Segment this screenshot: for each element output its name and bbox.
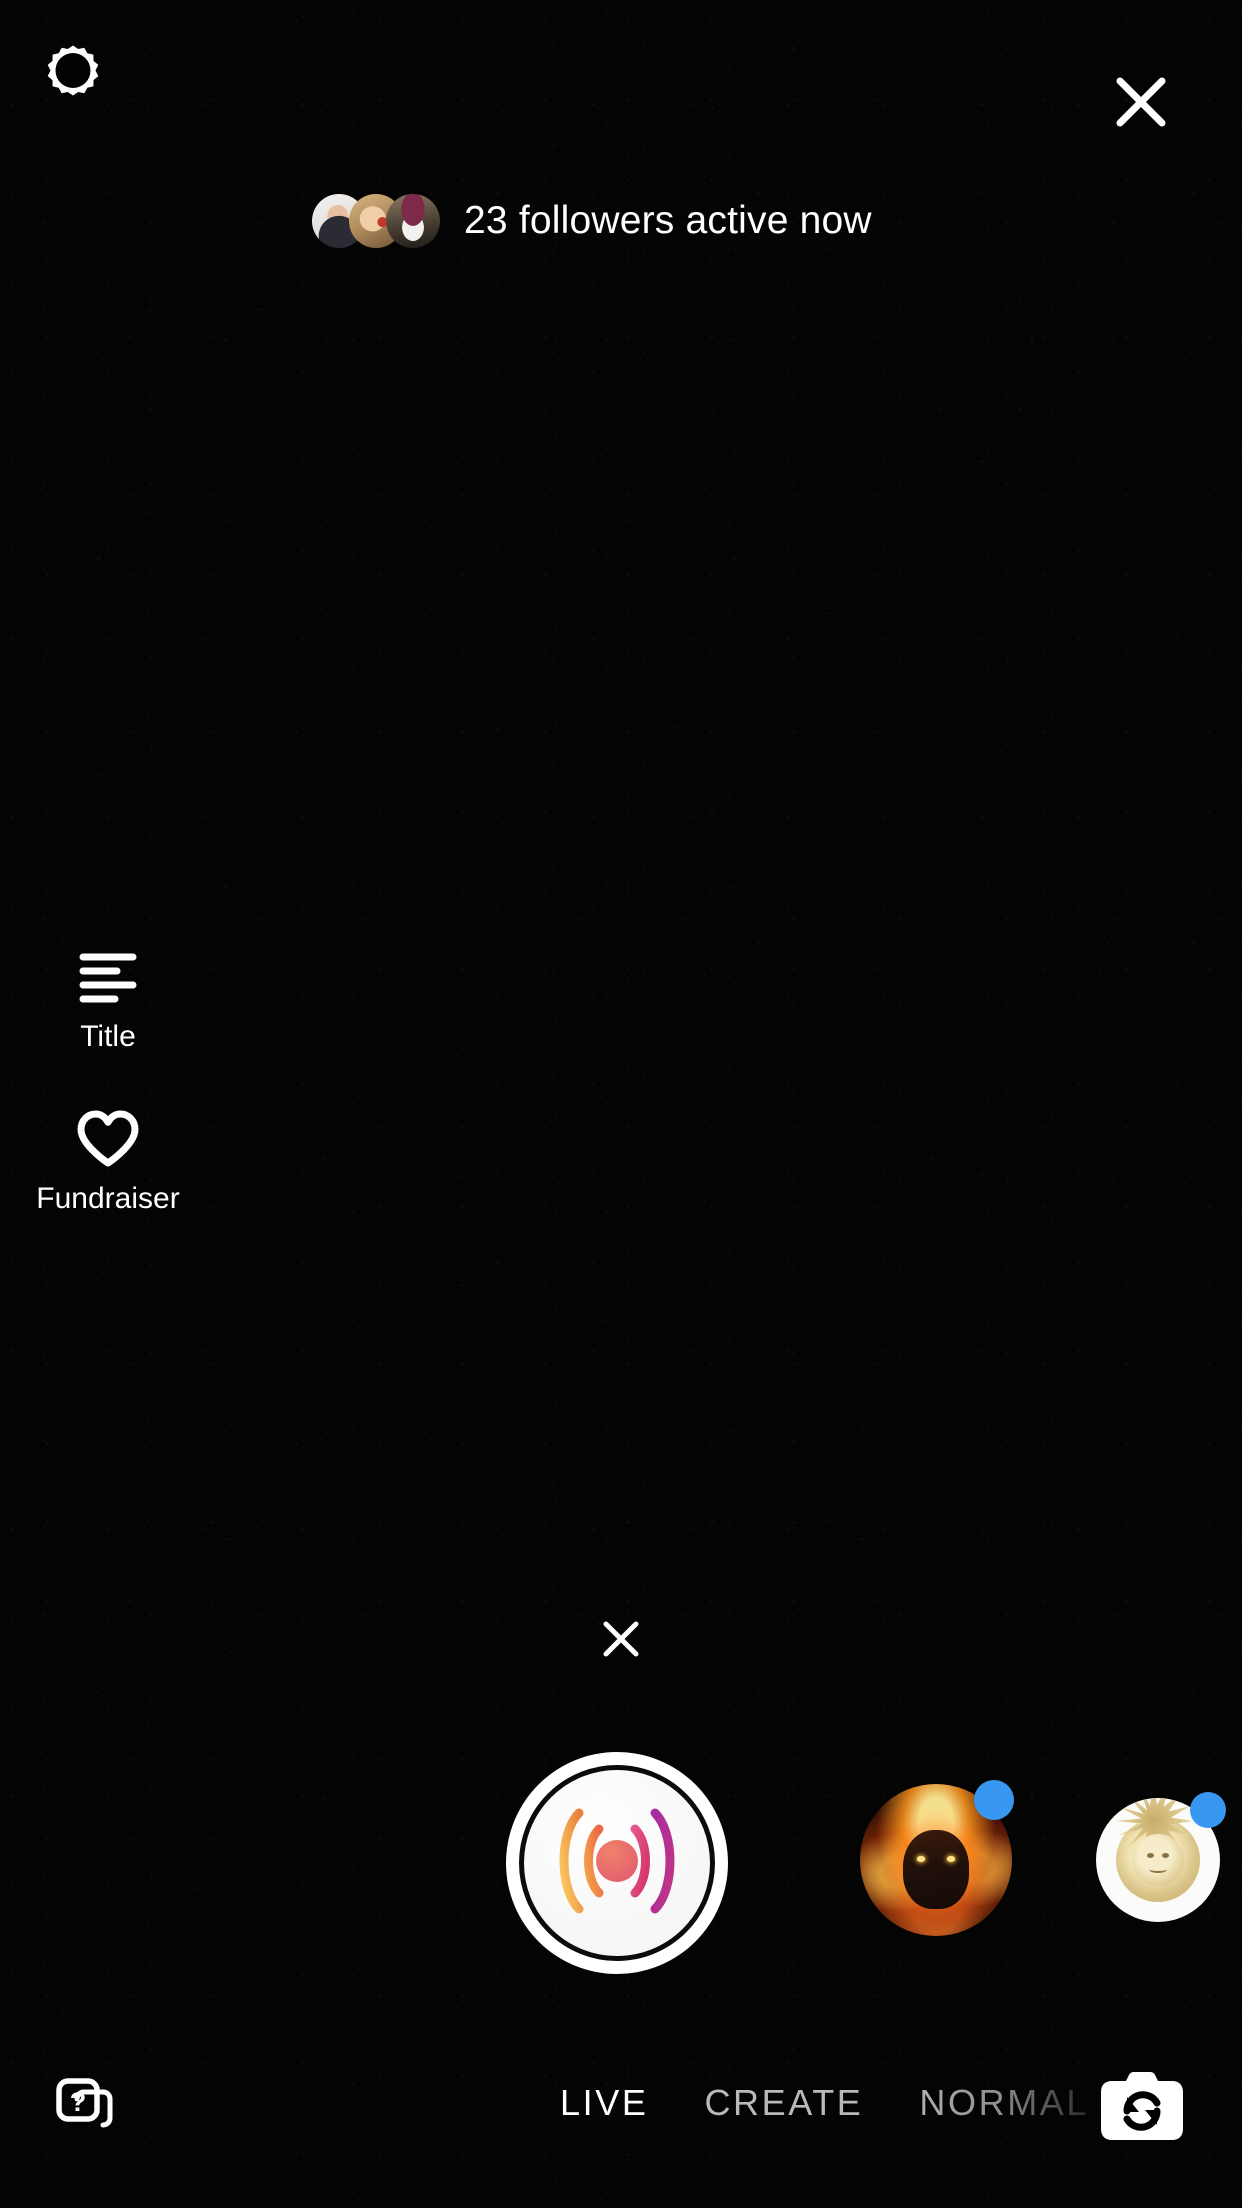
active-followers-label: 23 followers active now bbox=[464, 199, 872, 242]
go-live-capture-button[interactable] bbox=[506, 1752, 728, 1974]
close-icon bbox=[599, 1617, 643, 1666]
heart-icon bbox=[74, 1102, 142, 1176]
camera-flip-icon bbox=[1098, 2067, 1186, 2154]
active-followers-row[interactable]: 23 followers active now bbox=[312, 194, 872, 248]
creation-tools-rail: Title Fundraiser bbox=[0, 940, 216, 1264]
close-icon bbox=[1113, 74, 1169, 135]
camera-screen: 23 followers active now Title Fundraiser bbox=[0, 0, 1242, 2208]
capture-button-inner bbox=[519, 1765, 715, 1961]
new-effect-badge bbox=[974, 1780, 1014, 1820]
live-broadcast-icon bbox=[551, 1801, 683, 1926]
active-followers-avatars bbox=[312, 194, 440, 248]
quiz-cards-icon: ? bbox=[53, 2073, 115, 2140]
tool-title[interactable]: Title bbox=[0, 940, 216, 1054]
tool-fundraiser-label: Fundraiser bbox=[36, 1182, 180, 1215]
settings-button[interactable] bbox=[40, 40, 106, 106]
svg-text:?: ? bbox=[70, 2087, 87, 2117]
effect-fire-face[interactable] bbox=[860, 1780, 1014, 1936]
title-lines-icon bbox=[77, 940, 139, 1014]
sun-icon bbox=[1116, 1798, 1200, 1902]
mode-create[interactable]: CREATE bbox=[704, 2082, 863, 2124]
flip-camera-button[interactable] bbox=[1094, 2062, 1190, 2158]
close-button[interactable] bbox=[1105, 68, 1177, 140]
mode-live[interactable]: LIVE bbox=[560, 2082, 648, 2124]
new-effect-badge bbox=[1190, 1792, 1226, 1828]
effect-sun[interactable] bbox=[1096, 1792, 1226, 1922]
gear-icon bbox=[42, 40, 104, 107]
remove-effect-button[interactable] bbox=[592, 1612, 650, 1670]
tool-fundraiser[interactable]: Fundraiser bbox=[0, 1102, 216, 1216]
avatar bbox=[386, 194, 440, 248]
mode-normal[interactable]: NORMAL bbox=[919, 2082, 1089, 2124]
tool-title-label: Title bbox=[80, 1020, 136, 1053]
effects-carousel bbox=[0, 1752, 1242, 1974]
quiz-sticker-button[interactable]: ? bbox=[48, 2070, 120, 2142]
camera-mode-selector[interactable]: LIVE CREATE NORMAL bbox=[560, 2082, 1089, 2124]
